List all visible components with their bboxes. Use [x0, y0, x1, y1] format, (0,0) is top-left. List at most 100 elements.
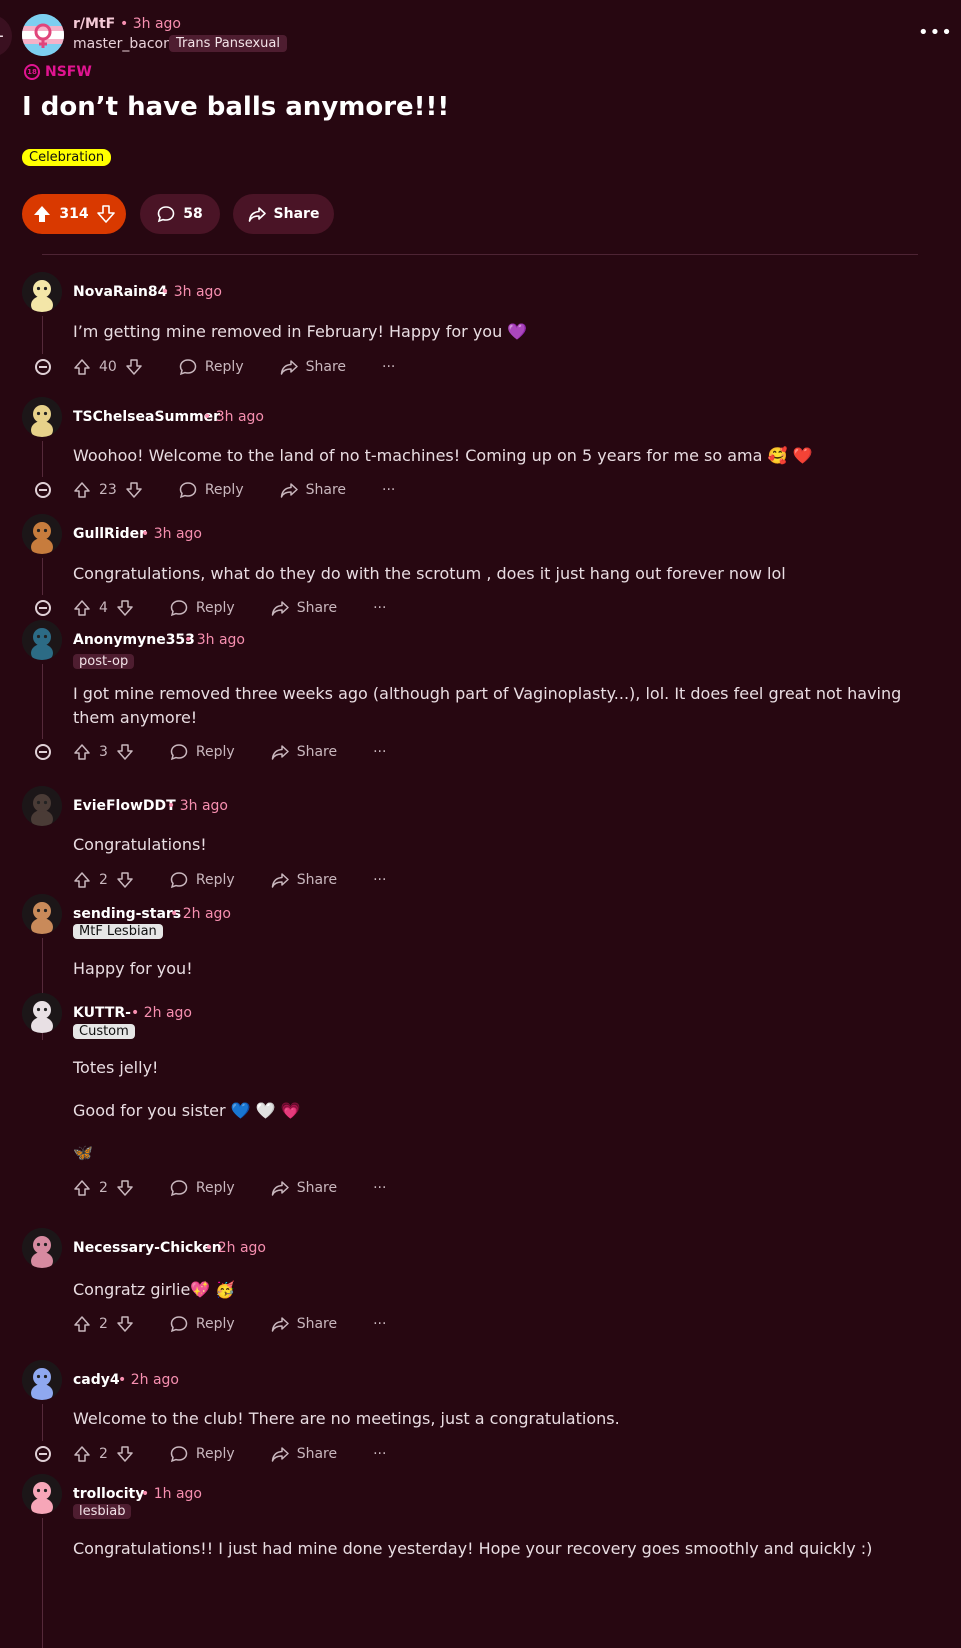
nsfw-18-icon: 18 — [24, 64, 40, 80]
comment-username[interactable]: trollocity — [73, 1486, 144, 1502]
upvote-icon[interactable] — [73, 1315, 91, 1333]
thread-line[interactable] — [42, 558, 43, 595]
comment-more-icon[interactable]: ··· — [373, 1446, 386, 1462]
comment-username[interactable]: EvieFlowDDT — [73, 798, 176, 814]
reply-button[interactable]: Reply — [170, 871, 235, 889]
thread-line[interactable] — [42, 1404, 43, 1441]
collapse-thread-icon[interactable] — [35, 482, 51, 498]
thread-line[interactable] — [42, 1518, 43, 1648]
comment-time: • 3h ago — [184, 632, 245, 648]
share-button[interactable]: Share — [271, 1315, 337, 1333]
downvote-icon[interactable] — [116, 1445, 134, 1463]
user-avatar[interactable] — [22, 894, 62, 934]
share-button[interactable]: Share — [271, 599, 337, 617]
comments-button[interactable]: 58 — [140, 194, 220, 234]
downvote-icon[interactable] — [116, 871, 134, 889]
comment-username[interactable]: TSChelseaSummer — [73, 409, 220, 425]
post-score: 314 — [59, 206, 89, 222]
user-avatar[interactable] — [22, 1228, 62, 1268]
comment-username[interactable]: GullRider — [73, 526, 146, 542]
upvote-icon[interactable] — [73, 358, 91, 376]
upvote-icon[interactable] — [73, 871, 91, 889]
comment-more-icon[interactable]: ··· — [373, 1316, 386, 1332]
share-arrow-icon — [280, 483, 298, 498]
share-button[interactable]: Share — [271, 743, 337, 761]
comment-username[interactable]: NovaRain84 — [73, 284, 167, 300]
user-avatar[interactable] — [22, 272, 62, 312]
subreddit-name[interactable]: r/MtF — [73, 16, 115, 32]
downvote-icon[interactable] — [116, 1315, 134, 1333]
upvote-icon[interactable] — [73, 481, 91, 499]
collapse-thread-icon[interactable] — [35, 359, 51, 375]
comment-username[interactable]: sending-stars — [73, 906, 181, 922]
user-avatar[interactable] — [22, 397, 62, 437]
user-avatar[interactable] — [22, 1360, 62, 1400]
upvote-icon[interactable] — [73, 599, 91, 617]
collapse-thread-icon[interactable] — [35, 744, 51, 760]
comment-time: • 3h ago — [167, 798, 228, 814]
comment-username[interactable]: KUTTR- — [73, 1005, 131, 1021]
share-button[interactable]: Share — [271, 871, 337, 889]
nsfw-tag: 18 NSFW — [24, 64, 92, 80]
share-arrow-icon — [271, 1317, 289, 1332]
collapse-thread-icon[interactable] — [35, 600, 51, 616]
thread-line[interactable] — [42, 316, 43, 354]
post-author[interactable]: master_bacon — [73, 36, 172, 52]
snoo-avatar-icon — [22, 397, 62, 437]
comment-username[interactable]: Necessary-Chicken — [73, 1240, 222, 1256]
comment-more-icon[interactable]: ··· — [373, 1180, 386, 1196]
reply-button[interactable]: Reply — [170, 599, 235, 617]
post-flair[interactable]: Celebration — [22, 149, 112, 166]
user-avatar[interactable] — [22, 620, 62, 660]
user-flair: MtF Lesbian — [73, 924, 163, 939]
comment-more-icon[interactable]: ··· — [373, 744, 386, 760]
share-arrow-icon — [280, 360, 298, 375]
comment-more-icon[interactable]: ··· — [382, 482, 395, 498]
share-button[interactable]: Share — [271, 1179, 337, 1197]
subreddit-avatar[interactable] — [22, 14, 64, 56]
reply-button[interactable]: Reply — [170, 1445, 235, 1463]
downvote-icon[interactable] — [125, 358, 143, 376]
downvote-icon[interactable] — [116, 1179, 134, 1197]
reply-button[interactable]: Reply — [170, 1315, 235, 1333]
downvote-icon[interactable] — [116, 599, 134, 617]
downvote-icon[interactable] — [96, 205, 115, 223]
user-avatar[interactable] — [22, 993, 62, 1033]
comment-more-icon[interactable]: ··· — [382, 359, 395, 375]
share-button[interactable]: Share — [280, 358, 346, 376]
share-label: Share — [305, 482, 347, 498]
downvote-icon[interactable] — [116, 743, 134, 761]
upvote-filled-icon[interactable] — [33, 205, 51, 223]
back-arrow-icon[interactable]: ← — [0, 15, 12, 57]
more-options-icon[interactable]: ••• — [918, 22, 953, 43]
share-button[interactable]: Share — [271, 1445, 337, 1463]
comment-body: Good for you sister 💙 🤍 💗 — [73, 1101, 301, 1120]
reply-button[interactable]: Reply — [170, 743, 235, 761]
reply-button[interactable]: Reply — [170, 1179, 235, 1197]
reply-button[interactable]: Reply — [179, 358, 244, 376]
thread-line[interactable] — [42, 441, 43, 477]
comment-more-icon[interactable]: ··· — [373, 872, 386, 888]
comment-username[interactable]: cady4 — [73, 1372, 120, 1388]
post-title: I don’t have balls anymore!!! — [22, 92, 450, 122]
post-share-button[interactable]: Share — [233, 194, 334, 234]
user-avatar[interactable] — [22, 1474, 62, 1514]
upvote-icon[interactable] — [73, 1179, 91, 1197]
comment-more-icon[interactable]: ··· — [373, 600, 386, 616]
comment-actions: 40 Reply Share ··· — [73, 356, 395, 378]
comment-time: • 3h ago — [203, 409, 264, 425]
share-label: Share — [305, 359, 347, 375]
user-avatar[interactable] — [22, 786, 62, 826]
user-avatar[interactable] — [22, 514, 62, 554]
collapse-thread-icon[interactable] — [35, 1446, 51, 1462]
comment-count: 58 — [183, 206, 203, 222]
upvote-icon[interactable] — [73, 1445, 91, 1463]
reply-bubble-icon — [170, 600, 188, 617]
comment-body: Congratulations!! I just had mine done y… — [73, 1539, 873, 1558]
thread-line[interactable] — [42, 664, 43, 739]
downvote-icon[interactable] — [125, 481, 143, 499]
reply-button[interactable]: Reply — [179, 481, 244, 499]
upvote-icon[interactable] — [73, 743, 91, 761]
share-button[interactable]: Share — [280, 481, 346, 499]
comment-username[interactable]: Anonymyne353 — [73, 632, 195, 648]
